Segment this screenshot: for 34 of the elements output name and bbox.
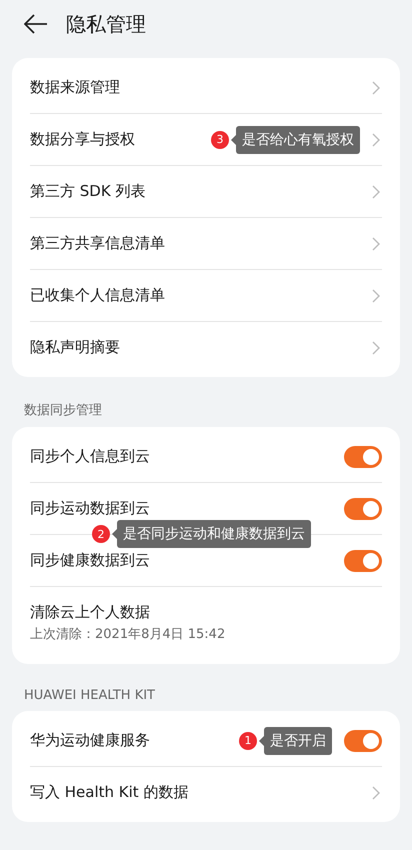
chevron-right-icon [372, 786, 380, 800]
menu-item-label[interactable]: 隐私声明摘要 [30, 338, 120, 357]
chevron-right-icon [372, 132, 380, 146]
setting-label: 华为运动健康服务 [30, 731, 150, 750]
number-badge: 2 [92, 525, 110, 543]
menu-item-label[interactable]: 数据分享与授权 [30, 130, 135, 149]
annotation-tooltip: 是否给心有氧授权 [231, 126, 360, 154]
number-badge: 1 [239, 732, 257, 750]
setting-label: 同步健康数据到云 [30, 551, 150, 570]
setting-label: 同步运动数据到云 [30, 499, 150, 518]
menu-item-label[interactable]: 已收集个人信息清单 [30, 286, 165, 305]
menu-item-label[interactable]: 第三方 SDK 列表 [30, 182, 146, 201]
annotation-tooltip: 是否开启 [259, 726, 332, 754]
setting-label: 同步个人信息到云 [30, 447, 150, 466]
number-badge: 3 [211, 130, 229, 148]
page-title: 隐私管理 [66, 10, 146, 38]
annotation-tooltip: 是否同步运动和健康数据到云 [112, 520, 311, 548]
chevron-right-icon [372, 80, 380, 94]
chevron-right-icon [372, 184, 380, 198]
toggle-switch[interactable] [344, 730, 382, 752]
back-arrow-icon[interactable] [24, 14, 48, 34]
toggle-switch[interactable] [344, 498, 382, 520]
toggle-switch[interactable] [344, 446, 382, 468]
last-cleared-text: 上次清除：2021年8月4日 15:42 [30, 626, 226, 642]
menu-item-label[interactable]: 写入 Health Kit 的数据 [30, 783, 188, 802]
chevron-right-icon [372, 340, 380, 354]
menu-item-label[interactable]: 清除云上个人数据 [30, 602, 150, 622]
section-header: HUAWEI HEALTH KIT [23, 687, 156, 705]
section-header: 数据同步管理 [23, 402, 103, 420]
menu-item-label[interactable]: 数据来源管理 [30, 78, 120, 97]
toggle-switch[interactable] [344, 550, 382, 572]
chevron-right-icon [372, 236, 380, 250]
menu-item-label[interactable]: 第三方共享信息清单 [30, 234, 165, 253]
chevron-right-icon [372, 288, 380, 302]
